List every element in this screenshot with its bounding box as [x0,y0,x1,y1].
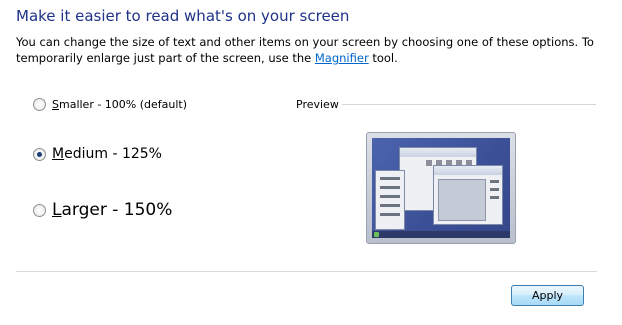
window-titlebar [434,166,502,175]
start-button-icon [374,232,379,237]
magnifier-link[interactable]: Magnifier [315,51,369,65]
option-label-text: edium - 125% [64,146,162,162]
preview-window-left [375,170,405,230]
option-larger-radio[interactable]: Larger - 150% [33,200,172,220]
list-row [380,213,400,216]
preview-label: Preview [296,98,339,111]
accelerator-key: S [52,98,59,111]
list-row [380,186,400,189]
preview-taskbar [372,231,510,238]
option-label-text: arger - 150% [61,200,173,220]
preview-window-front [433,165,503,225]
list-row [380,177,400,180]
page-title: Make it easier to read what's on your sc… [16,7,350,25]
option-medium-label: Medium - 125% [52,146,162,162]
window-pane [438,179,486,221]
page-description: You can change the size of text and othe… [16,34,606,66]
description-text: You can change the size of text and othe… [16,35,594,65]
option-smaller-label: Smaller - 100% (default) [52,98,187,111]
radio-button-icon[interactable] [33,203,46,217]
preview-divider [342,104,596,105]
footer-divider [16,271,597,272]
accelerator-key: M [52,146,65,162]
window-titlebar [400,148,476,157]
side-row [490,188,499,191]
option-medium-radio[interactable]: Medium - 125% [33,146,162,162]
option-label-text: maller - 100% (default) [58,98,188,111]
radio-dot-icon [37,151,42,157]
toolbar-square [426,160,432,166]
side-row [490,180,499,183]
list-row [380,204,400,207]
option-larger-label: Larger - 150% [52,200,172,220]
side-row [490,196,499,199]
radio-button-selected-icon[interactable] [33,147,46,161]
description-tail-text: tool. [368,51,398,65]
list-row [380,195,400,198]
preview-monitor-image [366,132,516,244]
radio-button-icon[interactable] [33,98,46,111]
option-smaller-radio[interactable]: Smaller - 100% (default) [33,98,187,111]
apply-button[interactable]: Apply [511,285,584,306]
desktop-preview [372,138,510,238]
